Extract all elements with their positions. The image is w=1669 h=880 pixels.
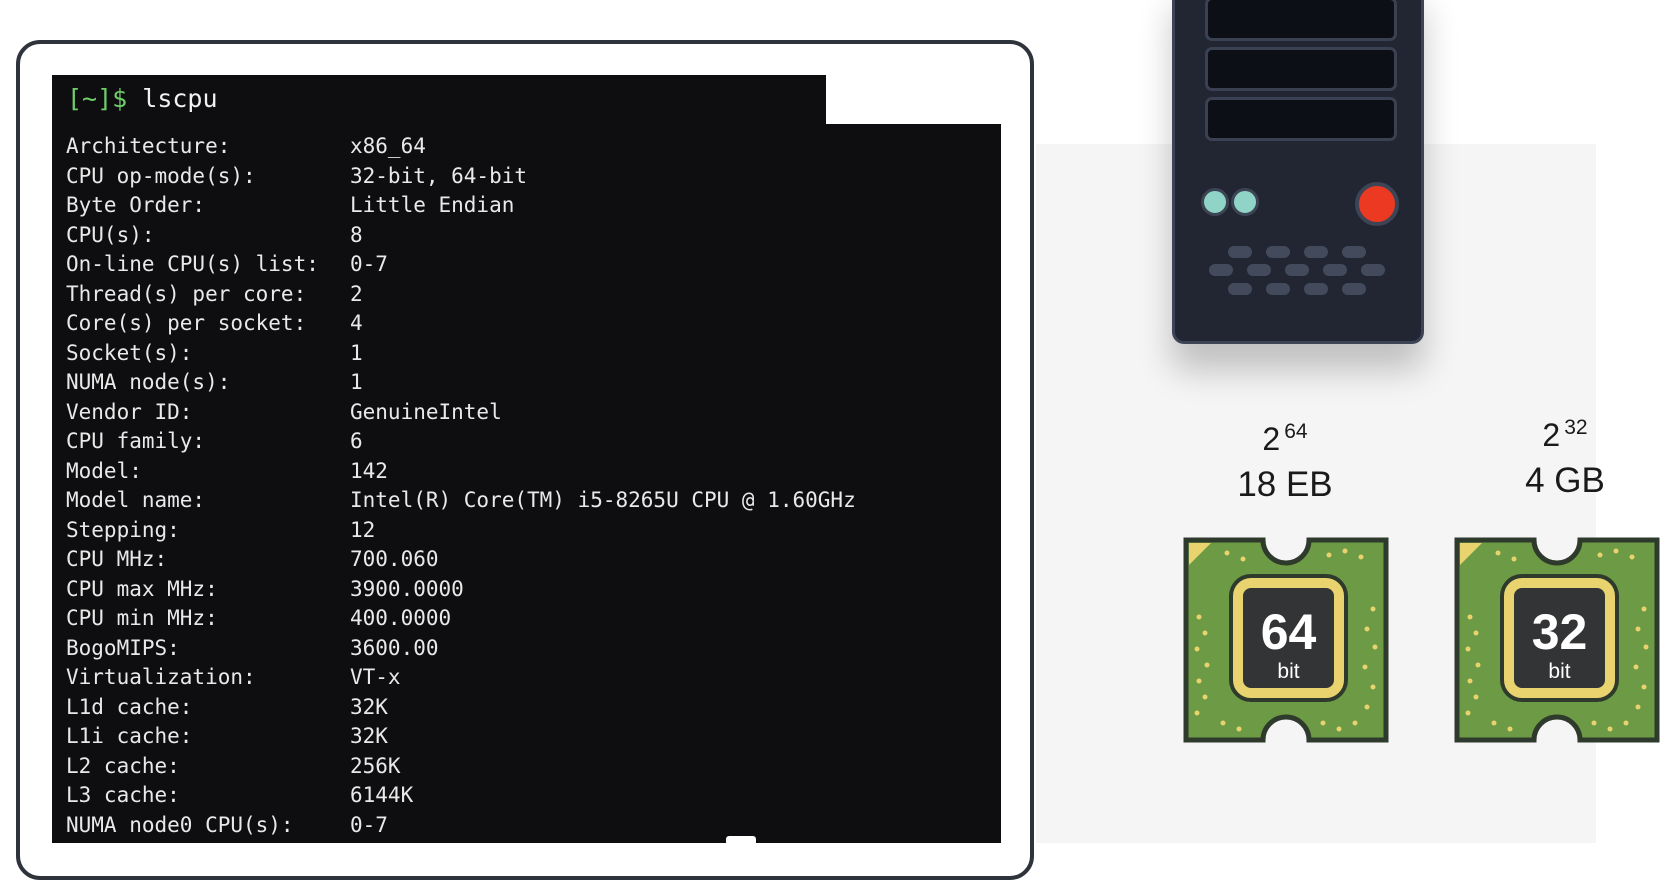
terminal-prompt-line: [~]$ lscpu bbox=[67, 84, 218, 114]
lscpu-value: Little Endian bbox=[350, 193, 515, 217]
lscpu-key: Byte Order: bbox=[66, 193, 206, 217]
lscpu-value: 4 bbox=[350, 311, 363, 335]
lscpu-key: Stepping: bbox=[66, 517, 180, 542]
power-base: 2 bbox=[1542, 417, 1561, 453]
lscpu-value: 6144K bbox=[350, 783, 414, 807]
memory-limit-32: 2 32 4 GB bbox=[1505, 416, 1625, 503]
lscpu-value: 256K bbox=[350, 753, 401, 778]
lscpu-value: GenuineIntel bbox=[350, 399, 502, 424]
lscpu-key: CPU family: bbox=[66, 429, 206, 453]
chip-unit: bit bbox=[1277, 660, 1300, 683]
lscpu-key: Thread(s) per core: bbox=[66, 281, 307, 306]
power-expression: 2 64 bbox=[1225, 420, 1345, 463]
memory-size: 4 GB bbox=[1525, 461, 1605, 500]
vent-slot bbox=[1285, 264, 1309, 276]
lscpu-key: NUMA node(s): bbox=[66, 370, 231, 394]
command-text: lscpu bbox=[142, 84, 218, 113]
status-led-icon bbox=[1231, 188, 1259, 216]
lscpu-key: L1i cache: bbox=[66, 724, 193, 748]
lscpu-value: 32-bit, 64-bit bbox=[350, 163, 528, 188]
chip-core: 32 bit bbox=[1504, 578, 1615, 698]
lscpu-value: 1 bbox=[350, 370, 363, 394]
lscpu-value: 1 bbox=[350, 340, 363, 365]
cpu-chip-icon: 64 bit bbox=[1183, 537, 1389, 743]
chip-core: 64 bit bbox=[1233, 578, 1344, 698]
terminal-output bbox=[52, 124, 1001, 843]
lscpu-value: 32K bbox=[350, 694, 388, 719]
vent-slot bbox=[1361, 264, 1385, 276]
power-button-icon bbox=[1355, 182, 1399, 226]
power-expression: 2 32 bbox=[1505, 416, 1625, 459]
power-base: 2 bbox=[1262, 421, 1281, 457]
chip-number: 32 bbox=[1531, 604, 1588, 660]
power-exponent: 64 bbox=[1284, 420, 1308, 443]
lscpu-key: L1d cache: bbox=[66, 694, 193, 719]
webcam-marker bbox=[726, 836, 756, 845]
lscpu-value: x86_64 bbox=[350, 134, 426, 158]
lscpu-key: Socket(s): bbox=[66, 340, 193, 365]
lscpu-key: L2 cache: bbox=[66, 753, 180, 778]
lscpu-value: Intel(R) Core(TM) i5-8265U CPU @ 1.60GHz bbox=[350, 488, 856, 512]
vent-slot bbox=[1266, 246, 1290, 258]
memory-size: 18 EB bbox=[1237, 465, 1333, 504]
lscpu-value: 0-7 bbox=[350, 812, 388, 837]
vent-slot bbox=[1304, 283, 1328, 295]
lscpu-key: NUMA node0 CPU(s): bbox=[66, 812, 294, 837]
lscpu-value: 0-7 bbox=[350, 252, 388, 276]
lscpu-key: CPU min MHz: bbox=[66, 606, 218, 630]
lscpu-value: VT-x bbox=[350, 665, 401, 689]
vent-slot bbox=[1323, 264, 1347, 276]
lscpu-key: Model name: bbox=[66, 488, 206, 512]
lscpu-value: 32K bbox=[350, 724, 388, 748]
lscpu-key: CPU MHz: bbox=[66, 547, 168, 571]
memory-limit-64: 2 64 18 EB bbox=[1225, 420, 1345, 507]
drive-bay bbox=[1205, 47, 1397, 91]
lscpu-key: CPU(s): bbox=[66, 222, 155, 247]
lscpu-value: 400.0000 bbox=[350, 606, 452, 630]
lscpu-key: On-line CPU(s) list: bbox=[66, 252, 319, 276]
power-exponent: 32 bbox=[1564, 416, 1588, 439]
vent-slot bbox=[1228, 283, 1252, 295]
vent-slot bbox=[1342, 283, 1366, 295]
lscpu-value: 142 bbox=[350, 458, 388, 483]
lscpu-key: CPU op-mode(s): bbox=[66, 163, 256, 188]
prompt-symbol: [~]$ bbox=[67, 84, 128, 113]
lscpu-key: Vendor ID: bbox=[66, 399, 193, 424]
chip-number: 64 bbox=[1260, 604, 1317, 660]
lscpu-key: L3 cache: bbox=[66, 783, 180, 807]
lscpu-key: Core(s) per socket: bbox=[66, 311, 307, 335]
vent-slot bbox=[1228, 246, 1252, 258]
vent-slot bbox=[1304, 246, 1328, 258]
status-led-icon bbox=[1201, 188, 1229, 216]
vent-slot bbox=[1342, 246, 1366, 258]
lscpu-value: 700.060 bbox=[350, 547, 439, 571]
chip-unit: bit bbox=[1548, 660, 1571, 683]
drive-bay bbox=[1205, 0, 1397, 41]
vent-slot bbox=[1209, 264, 1233, 276]
lscpu-key: Architecture: bbox=[66, 134, 231, 158]
vent-slot bbox=[1266, 283, 1290, 295]
drive-bay bbox=[1205, 97, 1397, 141]
lscpu-value: 6 bbox=[350, 429, 363, 453]
lscpu-key: Model: bbox=[66, 458, 142, 483]
cpu-chip-icon: 32 bit bbox=[1454, 537, 1660, 743]
lscpu-key: BogoMIPS: bbox=[66, 635, 180, 660]
lscpu-key: CPU max MHz: bbox=[66, 576, 218, 601]
server-tower-icon bbox=[1172, 0, 1424, 344]
lscpu-key: Virtualization: bbox=[66, 665, 256, 689]
lscpu-value: 2 bbox=[350, 281, 363, 306]
lscpu-value: 8 bbox=[350, 222, 363, 247]
lscpu-value: 12 bbox=[350, 517, 376, 542]
vent-slot bbox=[1247, 264, 1271, 276]
lscpu-value: 3600.00 bbox=[350, 635, 439, 660]
lscpu-value: 3900.0000 bbox=[350, 576, 464, 601]
